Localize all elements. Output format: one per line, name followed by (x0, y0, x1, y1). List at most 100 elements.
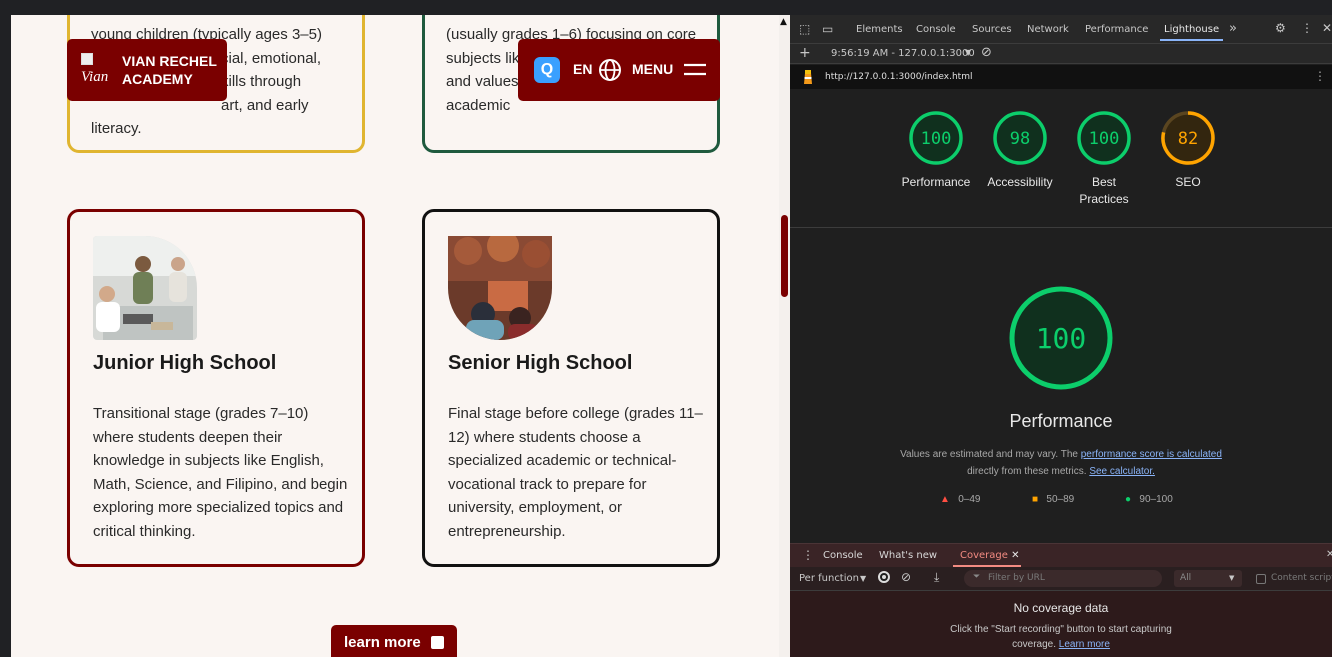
academy-name-line-2: ACADEMY (122, 71, 193, 87)
no-coverage-text: Click the "Start recording" button to st… (940, 622, 1182, 652)
scrollbar-thumb[interactable] (781, 215, 788, 297)
gauge-performance-value: 100 (921, 129, 952, 149)
lighthouse-logo-icon (804, 70, 812, 84)
new-report-plus-icon[interactable]: + (799, 45, 811, 61)
gauge-best-practices[interactable]: 100 Best Practices (1059, 110, 1149, 208)
header-nav: Q EN MENU (518, 39, 720, 101)
website-viewport: young children (typically ages 3–5) cial… (11, 15, 790, 657)
page-scrollbar[interactable]: ▲ (779, 15, 790, 657)
performance-note: Values are estimated and may vary. The p… (850, 446, 1272, 480)
logo-alt-text: Vian (81, 69, 109, 85)
coverage-toolbar: Per function ▼ ⊘ ⤓ ⏷ Filter by URL All ▼… (790, 567, 1332, 591)
clear-reports-icon[interactable]: ⊘ (981, 45, 992, 60)
inspect-element-icon[interactable]: ⬚ (799, 22, 810, 36)
filter-icon: ⏷ (973, 572, 981, 582)
learn-more-button[interactable]: learn more (331, 625, 457, 657)
tab-console[interactable]: Console (916, 24, 956, 35)
scroll-up-arrow-icon[interactable]: ▲ (780, 17, 787, 27)
gauge-performance-ring: 100 (909, 111, 963, 165)
academy-logo[interactable]: Vian VIAN RECHEL ACADEMY (67, 39, 227, 101)
language-label[interactable]: EN (573, 61, 592, 77)
export-download-icon[interactable]: ⤓ (934, 570, 939, 585)
gauge-seo-label: SEO (1175, 175, 1201, 189)
content-scripts-label[interactable]: Content scripts (1271, 573, 1332, 583)
tab-lighthouse[interactable]: Lighthouse (1159, 24, 1224, 41)
settings-gear-icon[interactable]: ⚙ (1275, 21, 1286, 35)
drawer-tab-bar: ⋮ Console What's new Coverage ✕ ✕ (790, 543, 1332, 567)
device-toolbar-icon[interactable]: ▭ (822, 22, 833, 36)
url-filter-input[interactable]: ⏷ Filter by URL (964, 570, 1162, 587)
senior-high-photo (448, 236, 552, 340)
report-kebab-icon[interactable]: ⋮ (1314, 69, 1326, 83)
legend-average-range: 50–89 (1046, 494, 1075, 505)
gauge-seo[interactable]: 82 SEO (1143, 110, 1233, 191)
report-url[interactable]: http://127.0.0.1:3000/index.html (825, 72, 972, 82)
legend-pass-range: 90–100 (1139, 494, 1173, 505)
url-filter-placeholder: Filter by URL (988, 573, 1045, 583)
type-select[interactable]: All ▼ (1174, 570, 1242, 587)
gauge-performance[interactable]: 100 Performance (891, 110, 981, 191)
gauge-best-practices-ring: 100 (1077, 111, 1131, 165)
devtools-drawer: ⋮ Console What's new Coverage ✕ ✕ Per fu… (790, 543, 1332, 657)
tab-network[interactable]: Network (1027, 24, 1069, 35)
close-tab-icon[interactable]: ✕ (1008, 550, 1019, 561)
kebab-menu-icon[interactable]: ⋮ (1301, 21, 1313, 35)
broken-image-icon (81, 53, 93, 65)
hamburger-icon[interactable] (684, 61, 706, 77)
drawer-tab-console[interactable]: Console (823, 550, 863, 561)
per-function-select[interactable]: Per function (799, 573, 859, 584)
type-select-value: All (1180, 573, 1192, 583)
see-calculator-link[interactable]: See calculator. (1089, 466, 1155, 477)
gauge-seo-ring: 82 (1161, 111, 1215, 165)
drawer-kebab-icon[interactable]: ⋮ (802, 548, 814, 562)
senior-high-description: Final stage before college (grades 11–12… (448, 405, 703, 540)
gauge-accessibility-ring: 98 (993, 111, 1047, 165)
junior-high-description: Transitional stage (grades 7–10) where s… (93, 405, 348, 540)
globe-icon[interactable] (598, 58, 622, 82)
gauge-performance-label: Performance (901, 175, 971, 189)
academy-name-line-1: VIAN RECHEL (122, 53, 217, 69)
square-icon: ■ (1032, 494, 1039, 505)
gauge-accessibility-value: 98 (1010, 129, 1030, 149)
drawer-tab-coverage[interactable]: Coverage ✕ (960, 550, 1019, 561)
drawer-tab-coverage-label: Coverage (960, 550, 1008, 561)
menu-label[interactable]: MENU (632, 61, 673, 77)
tab-sources[interactable]: Sources (972, 24, 1012, 35)
main-performance-gauge: 100 (1009, 286, 1113, 390)
start-recording-icon[interactable] (878, 571, 890, 583)
dropdown-caret-icon[interactable]: ▼ (965, 48, 971, 57)
main-performance-title: Performance (1009, 411, 1113, 431)
legend-fail-range: 0–49 (958, 494, 981, 505)
gauge-best-practices-value: 100 (1089, 129, 1120, 149)
learn-more-label: learn more (344, 634, 421, 651)
main-performance-value: 100 (1036, 322, 1087, 355)
legend-fail: ▲ 0–49 (940, 494, 981, 505)
score-calculated-link[interactable]: performance score is calculated (1081, 449, 1222, 460)
devtools-tab-bar: ⬚ ▭ Elements Console Sources Network Per… (790, 15, 1332, 44)
assistant-icon[interactable]: Q (534, 57, 560, 83)
triangle-icon: ▲ (940, 494, 950, 505)
record-dot (882, 575, 886, 579)
drawer-tab-whats-new[interactable]: What's new (879, 550, 937, 561)
junior-high-title: Junior High School (93, 352, 277, 374)
learn-more-link[interactable]: Learn more (1059, 639, 1110, 650)
more-tabs-icon[interactable]: » (1229, 21, 1237, 36)
tab-performance[interactable]: Performance (1085, 24, 1148, 35)
clear-coverage-icon[interactable]: ⊘ (901, 570, 911, 584)
tab-elements[interactable]: Elements (856, 24, 903, 35)
senior-high-title: Senior High School (448, 352, 633, 374)
performance-note-prefix: Values are estimated and may vary. The (900, 449, 1081, 460)
square-icon (431, 636, 444, 649)
report-selector[interactable]: 9:56:19 AM - 127.0.0.1:3000 (831, 48, 975, 59)
performance-note-middle: directly from these metrics. (967, 466, 1090, 477)
per-function-caret-icon[interactable]: ▼ (860, 574, 866, 583)
no-coverage-title: No coverage data (1013, 601, 1109, 615)
devtools-panel: ⬚ ▭ Elements Console Sources Network Per… (790, 15, 1332, 657)
close-drawer-icon[interactable]: ✕ (1326, 549, 1332, 560)
gauge-accessibility[interactable]: 98 Accessibility (975, 110, 1065, 191)
senior-high-card: Senior High School Final stage before co… (422, 209, 720, 567)
legend-pass: ● 90–100 (1125, 494, 1173, 505)
close-devtools-icon[interactable]: ✕ (1322, 21, 1332, 35)
section-divider (790, 227, 1332, 228)
content-scripts-checkbox[interactable] (1256, 574, 1266, 584)
